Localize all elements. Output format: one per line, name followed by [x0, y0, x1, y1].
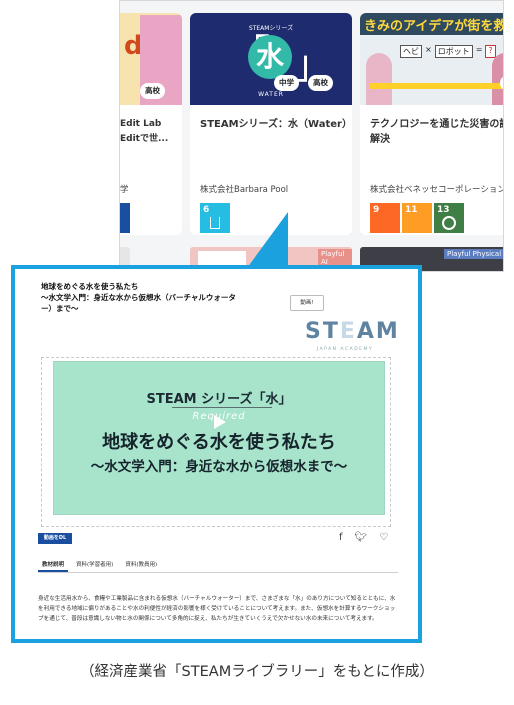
content-card-steam-water[interactable]: STEAMシリーズ 「 」 水 WATER 中学 高校 STEAMシリーズ：水（…	[190, 13, 352, 235]
thumb-banner: きみのアイデアが街を救	[364, 19, 504, 34]
card-thumbnail: dit 高校	[120, 13, 182, 105]
video-series-title: STEAM シリーズ「水」	[146, 392, 292, 407]
card-thumbnail: STEAMシリーズ 「 」 水 WATER 中学 高校	[190, 13, 352, 105]
twitter-icon[interactable]: 🐦︎	[355, 532, 368, 543]
grade-badge: 高校	[308, 75, 333, 91]
sdg-9-icon: 9	[370, 203, 400, 233]
card-thumbnail: きみのアイデアが街を救 ヘビ × ロボット = ? 高	[360, 13, 504, 105]
share-row: f 🐦︎ ♡	[339, 532, 388, 543]
content-card-edit-lab[interactable]: dit 高校 Edit Lab Editで世... 学	[120, 13, 182, 235]
facebook-icon[interactable]: f	[339, 532, 343, 543]
card-organization: 株式会社ベネッセコーポレーション	[370, 185, 504, 195]
sdg-11-icon: 11	[402, 203, 432, 233]
catalogue-background: dit 高校 Edit Lab Editで世... 学 STEAMシリーズ 「 …	[119, 0, 504, 272]
tab-description[interactable]: 教材説明	[38, 558, 69, 572]
thumb-word: WATER	[258, 91, 284, 98]
panel-title: 地球をめぐる水を使う私たち ～水文学入門：身近な水から仮想水（バーチャルウォータ…	[41, 282, 236, 313]
card-title: テクノロジーを通じた災害の課 解決	[370, 119, 504, 145]
tab-bar: 教材説明 資料(学習者用) 資料(教員用)	[38, 558, 398, 573]
card-organization: 学	[120, 185, 129, 195]
thumb-series: STEAMシリーズ	[248, 25, 294, 32]
download-video-button[interactable]: 動画をDL	[38, 533, 72, 544]
tab-learner-materials[interactable]: 資料(学習者用)	[72, 558, 117, 572]
tab-teacher-materials[interactable]: 資料(教員用)	[121, 558, 161, 572]
card-tag: Playful Physical Com	[444, 249, 503, 259]
favorite-icon[interactable]: ♡	[379, 532, 388, 543]
grade-badge: 中学	[274, 75, 299, 91]
video-player[interactable]: STEAM シリーズ「水」 Required 地球をめぐる水を使う私たち ～水文…	[53, 361, 385, 515]
card-title: STEAMシリーズ：水（Water）	[200, 119, 352, 130]
video-subtitle: ～水文学入門：身近な水から仮想水まで～	[90, 459, 348, 475]
sdg-13-icon: 13	[434, 203, 464, 233]
source-caption: （経済産業省「STEAMライブラリー」をもとに作成）	[80, 664, 434, 680]
sdg-6-icon: 6	[200, 203, 230, 233]
thumb-kanji: 水	[248, 35, 292, 79]
video-main-title: 地球をめぐる水を使う私たち	[102, 432, 336, 453]
content-detail-panel: 地球をめぐる水を使う私たち ～水文学入門：身近な水から仮想水（バーチャルウォータ…	[11, 265, 422, 643]
content-description: 身近な生活用水から、食糧や工業製品に含まれる仮想水（バーチャルウォーター）まで、…	[38, 596, 396, 622]
grade-badge: 高校	[140, 83, 165, 99]
content-card-disaster-tech[interactable]: きみのアイデアが街を救 ヘビ × ロボット = ? 高 テクノロジーを通じた災害…	[360, 13, 504, 235]
steam-japan-academy-logo: STEAM JAPAN ACADEMY	[305, 319, 400, 352]
card-organization: 株式会社Barbara Pool	[200, 185, 289, 195]
card-title: Edit Lab Editで世...	[120, 119, 169, 144]
save-button[interactable]: 動画!	[290, 295, 324, 311]
